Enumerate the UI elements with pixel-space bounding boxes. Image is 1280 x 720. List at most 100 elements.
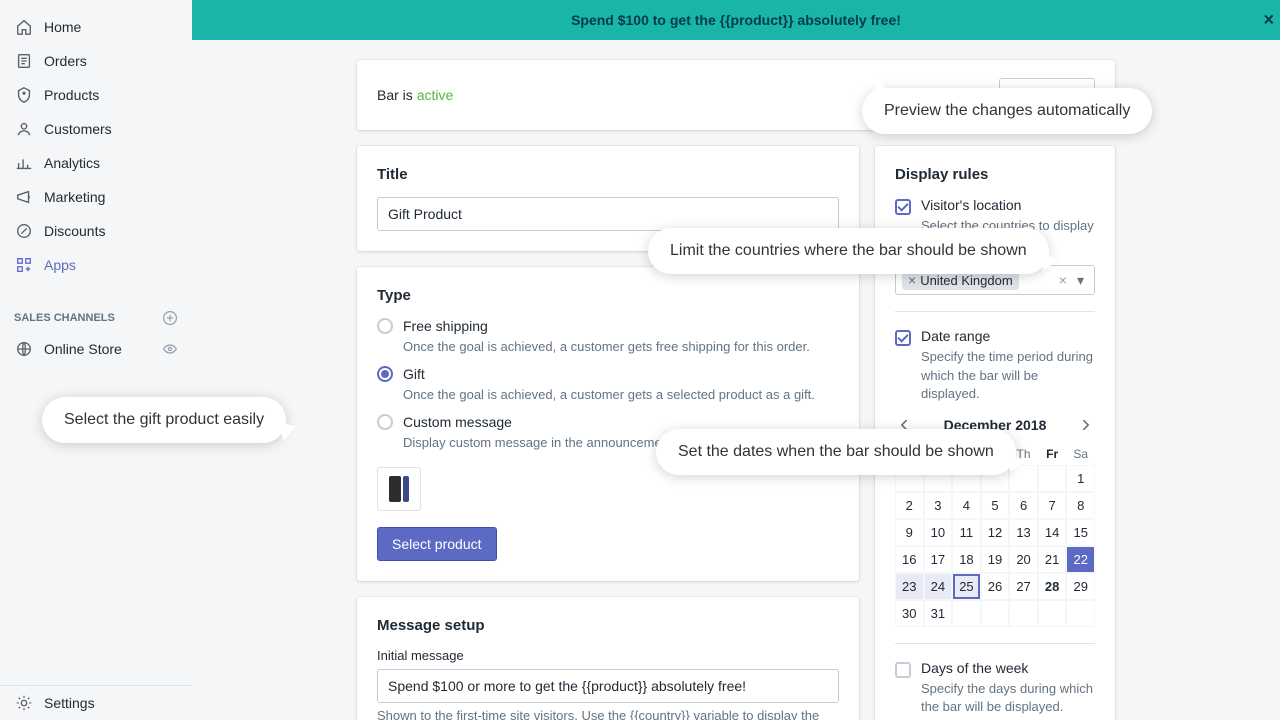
callout-preview: Preview the changes automatically [862, 88, 1152, 134]
sidebar-item-label: Analytics [44, 155, 100, 171]
calendar-day[interactable]: 18 [952, 546, 981, 573]
date-range-label: Date range [921, 328, 1095, 344]
next-month-icon[interactable] [1075, 415, 1095, 435]
sidebar-item-settings[interactable]: Settings [0, 686, 192, 720]
sidebar-item-label: Products [44, 87, 99, 103]
callout-gift: Select the gift product easily [42, 397, 286, 443]
type-heading: Type [377, 287, 839, 304]
message-heading: Message setup [377, 617, 839, 634]
sidebar-item-marketing[interactable]: Marketing [0, 180, 192, 214]
calendar-day[interactable]: 10 [924, 519, 953, 546]
sidebar: Home Orders Products Customers Analytics Mark… [0, 0, 192, 720]
dow-label: Days of the week [921, 660, 1095, 676]
calendar-day[interactable]: 13 [1009, 519, 1038, 546]
type-option[interactable]: Custom message [377, 414, 839, 430]
title-heading: Title [377, 166, 839, 183]
calendar-day[interactable]: 12 [981, 519, 1010, 546]
dow-checkbox[interactable] [895, 662, 911, 678]
clear-icon[interactable]: × [1053, 272, 1073, 288]
calendar-day [1066, 600, 1095, 627]
calendar-day[interactable]: 25 [952, 573, 981, 600]
select-product-button[interactable]: Select product [377, 527, 497, 561]
calendar-day[interactable]: 21 [1038, 546, 1067, 573]
sidebar-item-apps[interactable]: Apps [0, 248, 192, 282]
eye-icon[interactable] [162, 341, 178, 357]
calendar-day[interactable]: 19 [981, 546, 1010, 573]
calendar-day[interactable]: 3 [924, 492, 953, 519]
remove-tag-icon[interactable]: × [908, 272, 916, 288]
sales-channels-header: SALES CHANNELS [0, 292, 192, 332]
calendar-day[interactable]: 4 [952, 492, 981, 519]
calendar-day[interactable]: 23 [895, 573, 924, 600]
calendar-day[interactable]: 7 [1038, 492, 1067, 519]
sidebar-item-label: Apps [44, 257, 76, 273]
date-range-checkbox[interactable] [895, 330, 911, 346]
sidebar-item-discounts[interactable]: Discounts [0, 214, 192, 248]
calendar-day[interactable]: 15 [1066, 519, 1095, 546]
customers-icon [14, 119, 34, 139]
close-icon[interactable]: × [1263, 10, 1274, 31]
title-input[interactable] [377, 197, 839, 231]
sidebar-item-online-store[interactable]: Online Store [0, 332, 192, 366]
gear-icon [14, 693, 34, 713]
type-card: Type Free shipping Once the goal is achie… [357, 267, 859, 581]
calendar-day[interactable]: 20 [1009, 546, 1038, 573]
calendar-weekday: Sa [1066, 443, 1095, 465]
type-option[interactable]: Gift [377, 366, 839, 382]
calendar-day [981, 600, 1010, 627]
sidebar-item-label: Home [44, 19, 81, 35]
discounts-icon [14, 221, 34, 241]
calendar-day[interactable]: 26 [981, 573, 1010, 600]
initial-message-input[interactable] [377, 669, 839, 703]
chevron-down-icon[interactable]: ▾ [1073, 272, 1088, 289]
calendar-day[interactable]: 9 [895, 519, 924, 546]
calendar-day[interactable]: 2 [895, 492, 924, 519]
calendar-weekday: Fr [1038, 443, 1067, 465]
calendar-day[interactable]: 31 [924, 600, 953, 627]
message-card: Message setup Initial message Shown to t… [357, 597, 859, 720]
calendar-day[interactable]: 30 [895, 600, 924, 627]
initial-message-label: Initial message [377, 648, 839, 663]
calendar-day[interactable]: 16 [895, 546, 924, 573]
sidebar-item-label: Customers [44, 121, 112, 137]
store-icon [14, 339, 34, 359]
add-channel-icon[interactable] [162, 310, 178, 326]
calendar-day [1038, 465, 1067, 492]
type-option-label: Free shipping [403, 318, 488, 334]
initial-message-hint: Shown to the first-time site visitors. U… [377, 707, 839, 720]
calendar-day[interactable]: 27 [1009, 573, 1038, 600]
calendar-day [952, 600, 981, 627]
sidebar-item-label: Discounts [44, 223, 105, 239]
sidebar-item-home[interactable]: Home [0, 10, 192, 44]
radio-icon [377, 318, 393, 334]
type-option-desc: Once the goal is achieved, a customer ge… [403, 338, 839, 356]
calendar-day[interactable]: 14 [1038, 519, 1067, 546]
sidebar-item-label: Orders [44, 53, 87, 69]
sidebar-item-products[interactable]: Products [0, 78, 192, 112]
radio-icon [377, 366, 393, 382]
type-option[interactable]: Free shipping [377, 318, 839, 334]
calendar-day[interactable]: 29 [1066, 573, 1095, 600]
calendar-day [1009, 600, 1038, 627]
calendar-day[interactable]: 17 [924, 546, 953, 573]
sidebar-item-analytics[interactable]: Analytics [0, 146, 192, 180]
radio-icon [377, 414, 393, 430]
sidebar-item-label: Online Store [44, 341, 122, 357]
sidebar-item-label: Settings [44, 695, 95, 711]
orders-icon [14, 51, 34, 71]
main-content: Spend $100 to get the {{product}} absolu… [192, 0, 1280, 720]
calendar-day[interactable]: 28 [1038, 573, 1067, 600]
date-range-hint: Specify the time period during which the… [921, 348, 1095, 403]
calendar-day[interactable]: 22 [1066, 546, 1095, 573]
location-checkbox[interactable] [895, 199, 911, 215]
type-option-label: Custom message [403, 414, 512, 430]
calendar-day[interactable]: 1 [1066, 465, 1095, 492]
calendar-day[interactable]: 24 [924, 573, 953, 600]
calendar-day[interactable]: 5 [981, 492, 1010, 519]
calendar-day[interactable]: 8 [1066, 492, 1095, 519]
status-text: Bar is active [377, 87, 453, 103]
sidebar-item-customers[interactable]: Customers [0, 112, 192, 146]
calendar-day[interactable]: 11 [952, 519, 981, 546]
sidebar-item-orders[interactable]: Orders [0, 44, 192, 78]
calendar-day[interactable]: 6 [1009, 492, 1038, 519]
